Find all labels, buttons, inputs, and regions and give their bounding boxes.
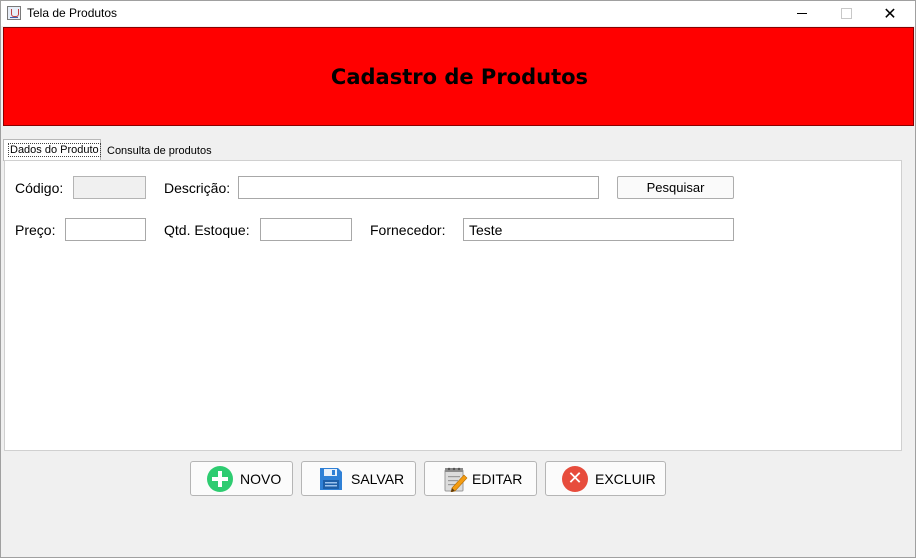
editar-label: EDITAR [472,470,523,487]
header-banner: Cadastro de Produtos [3,27,914,126]
pesquisar-button[interactable]: Pesquisar [617,176,734,199]
java-app-icon [7,6,21,20]
fornecedor-field[interactable] [463,218,734,241]
window-title: Tela de Produtos [27,6,118,20]
fornecedor-label: Fornecedor: [370,222,446,238]
novo-label: NOVO [240,470,282,487]
product-form-panel: Código: Descrição: Pesquisar Preço: Qtd.… [4,160,902,451]
preco-field[interactable] [65,218,146,241]
plus-circle-icon [207,465,233,492]
descricao-field[interactable] [238,176,599,199]
tab-consulta-de-produtos[interactable]: Consulta de produtos [103,142,215,160]
title-bar[interactable]: Tela de Produtos ✕ [1,1,915,26]
qtd-estoque-field[interactable] [260,218,352,241]
close-icon: ✕ [883,5,897,23]
codigo-label: Código: [15,180,64,196]
maximize-icon [840,8,852,19]
minimize-icon [797,13,807,14]
codigo-field[interactable] [73,176,146,199]
tab-label: Dados do Produto [8,143,101,157]
editar-button[interactable]: EDITAR [424,461,537,496]
maximize-button[interactable] [823,1,869,26]
tab-label: Consulta de produtos [107,145,212,157]
page-title: Cadastro de Produtos [330,64,589,89]
tab-dados-do-produto[interactable]: Dados do Produto [3,139,101,161]
excluir-label: EXCLUIR [595,470,656,487]
excluir-button[interactable]: ✕ EXCLUIR [545,461,666,496]
application-window: Tela de Produtos ✕ Cadastro de Produtos … [0,0,916,558]
salvar-label: SALVAR [351,470,405,487]
notepad-pencil-icon [444,467,468,492]
qtd-estoque-label: Qtd. Estoque: [164,222,250,238]
salvar-button[interactable]: SALVAR [301,461,416,496]
close-button[interactable]: ✕ [867,1,913,26]
minimize-button[interactable] [779,1,825,26]
descricao-label: Descrição: [164,180,231,196]
preco-label: Preço: [15,222,56,238]
close-circle-icon: ✕ [562,465,588,492]
novo-button[interactable]: NOVO [190,461,293,496]
floppy-disk-icon [320,467,342,490]
